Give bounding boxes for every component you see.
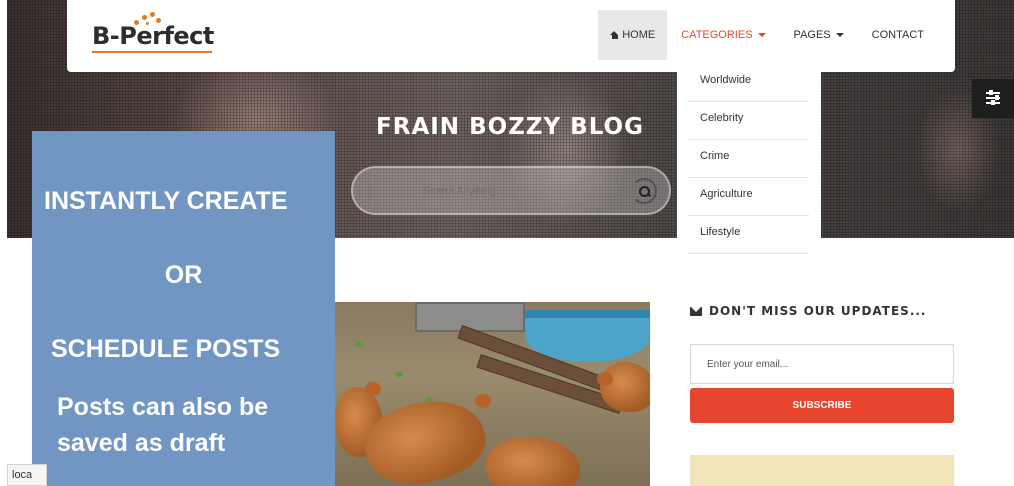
categories-dropdown: Worldwide Celebrity Crime Agriculture Li… xyxy=(677,64,821,254)
search-bar xyxy=(351,166,671,215)
nav-item-contact[interactable]: CONTACT xyxy=(858,10,955,60)
dropdown-item-crime[interactable]: Crime xyxy=(688,140,809,178)
dropdown-item-agriculture[interactable]: Agriculture xyxy=(688,178,809,216)
subscribe-button[interactable]: SUBSCRIBE xyxy=(690,388,954,423)
site-header: B-Perfect HOME CATEGORIES PAGES CONTACT xyxy=(67,0,955,72)
promo-overlay: INSTANTLY CREATE OR SCHEDULE POSTS Posts… xyxy=(32,131,335,486)
home-icon xyxy=(610,31,619,39)
nav-item-label: PAGES xyxy=(793,29,831,41)
newsletter-title: DON'T MISS OUR UPDATES... xyxy=(690,304,927,318)
email-field[interactable] xyxy=(690,344,954,384)
blog-title: FRAIN BOZZY BLOG xyxy=(376,114,644,140)
dropdown-item-celebrity[interactable]: Celebrity xyxy=(688,102,809,140)
page: B-Perfect HOME CATEGORIES PAGES CONTACT … xyxy=(0,0,1014,486)
caret-down-icon xyxy=(835,33,844,37)
nav-item-label: CATEGORIES xyxy=(681,29,753,41)
nav-item-categories[interactable]: CATEGORIES xyxy=(667,10,779,60)
hen xyxy=(485,437,580,486)
caret-down-icon xyxy=(757,33,766,37)
nav-item-pages[interactable]: PAGES xyxy=(780,10,858,60)
logo-underline xyxy=(92,51,212,53)
main-nav: HOME CATEGORIES PAGES CONTACT xyxy=(598,10,955,60)
promo-line-2: OR xyxy=(164,261,203,289)
envelope-icon xyxy=(690,306,702,316)
newsletter-title-text: DON'T MISS OUR UPDATES... xyxy=(709,304,927,318)
logo[interactable]: B-Perfect xyxy=(92,12,214,56)
nav-item-label: CONTACT xyxy=(871,29,924,41)
search-icon[interactable] xyxy=(631,178,657,204)
promo-line-4: Posts can also be saved as draft xyxy=(57,393,269,457)
promo-line-3: SCHEDULE POSTS xyxy=(51,335,281,363)
logo-text: B-Perfect xyxy=(92,22,214,50)
article-image[interactable] xyxy=(335,302,650,486)
nav-item-label: HOME xyxy=(622,29,656,41)
hen xyxy=(600,362,650,412)
sidebar-widget xyxy=(690,455,954,486)
search-input[interactable] xyxy=(423,181,623,201)
promo-line-1: INSTANTLY CREATE xyxy=(44,187,288,215)
dropdown-item-worldwide[interactable]: Worldwide xyxy=(688,64,809,102)
left-margin xyxy=(0,0,7,486)
settings-toggle[interactable] xyxy=(972,79,1014,118)
logo-dots xyxy=(120,12,161,26)
nav-item-home[interactable]: HOME xyxy=(598,10,668,60)
status-bar: loca xyxy=(7,464,47,486)
dropdown-item-lifestyle[interactable]: Lifestyle xyxy=(688,216,809,254)
